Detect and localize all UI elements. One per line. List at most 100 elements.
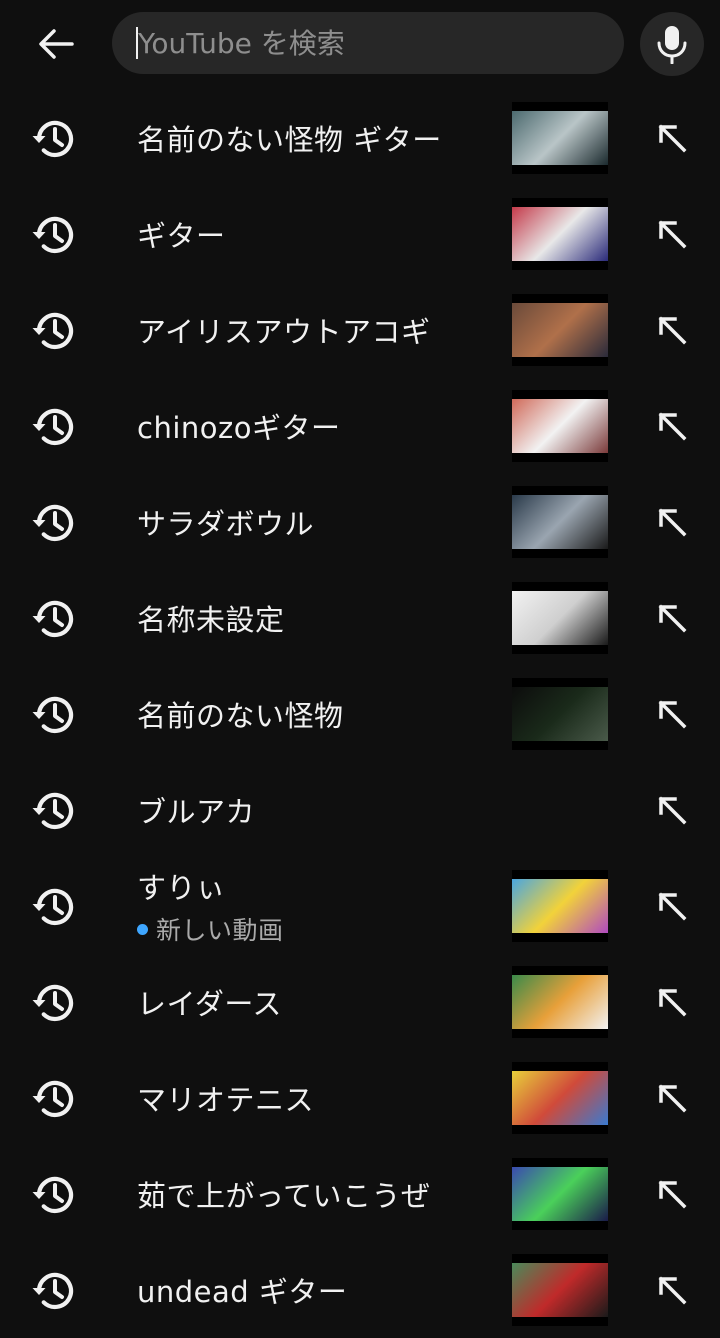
fill-query-button[interactable]: [650, 884, 694, 928]
fill-query-button[interactable]: [650, 212, 694, 256]
history-clock-icon: [30, 402, 80, 452]
back-button[interactable]: [26, 14, 86, 74]
history-clock-icon: [30, 210, 80, 260]
history-query: undead ギター: [137, 1242, 347, 1338]
thumbnail-image: [512, 1263, 608, 1317]
history-row[interactable]: 名称未設定: [0, 570, 720, 666]
history-query-text: chinozoギター: [137, 411, 341, 445]
thumbnail-image: [512, 495, 608, 549]
history-row[interactable]: 名前のない怪物 ギター: [0, 90, 720, 186]
history-query-text: 茹で上がっていこうぜ: [137, 1179, 431, 1213]
fill-query-button[interactable]: [650, 1172, 694, 1216]
history-query-text: アイリスアウトアコギ: [137, 315, 431, 349]
history-clock-icon: [30, 498, 80, 548]
fill-query-button[interactable]: [650, 692, 694, 736]
history-clock-icon: [30, 114, 80, 164]
search-header: [0, 0, 720, 90]
history-query-text: ギター: [137, 219, 226, 253]
fill-query-button[interactable]: [650, 308, 694, 352]
arrow-left-icon: [36, 24, 76, 64]
arrow-up-left-icon: [654, 1272, 690, 1308]
video-thumbnail[interactable]: [512, 1158, 608, 1230]
history-row[interactable]: ブルアカ: [0, 762, 720, 858]
fill-query-button[interactable]: [650, 500, 694, 544]
history-query: 名前のない怪物: [137, 666, 344, 762]
search-input[interactable]: [138, 12, 608, 74]
thumbnail-image: [512, 591, 608, 645]
fill-query-button[interactable]: [650, 596, 694, 640]
thumbnail-image: [512, 975, 608, 1029]
history-clock-icon: [30, 690, 80, 740]
fill-query-button[interactable]: [650, 788, 694, 832]
fill-query-button[interactable]: [650, 404, 694, 448]
arrow-up-left-icon: [654, 504, 690, 540]
fill-query-button[interactable]: [650, 980, 694, 1024]
search-box[interactable]: [112, 12, 624, 74]
thumbnail-image: [512, 399, 608, 453]
thumbnail-image: [512, 687, 608, 741]
video-thumbnail[interactable]: [512, 486, 608, 558]
history-clock-icon: [30, 786, 80, 836]
history-query: サラダボウル: [137, 474, 314, 570]
history-row[interactable]: undead ギター: [0, 1242, 720, 1338]
new-dot-icon: [137, 923, 148, 935]
history-clock-icon: [30, 1074, 80, 1124]
history-row[interactable]: すりぃ新しい動画: [0, 858, 720, 954]
arrow-up-left-icon: [654, 888, 690, 924]
history-query: アイリスアウトアコギ: [137, 282, 431, 378]
history-row[interactable]: サラダボウル: [0, 474, 720, 570]
history-query-text: サラダボウル: [137, 507, 315, 541]
video-thumbnail[interactable]: [512, 582, 608, 654]
thumbnail-image: [512, 1071, 608, 1125]
history-row[interactable]: アイリスアウトアコギ: [0, 282, 720, 378]
microphone-icon: [655, 24, 689, 64]
history-query-text: 名称未設定: [137, 603, 285, 637]
history-query-text: 名前のない怪物: [137, 699, 344, 733]
history-query: ギター: [137, 186, 226, 282]
arrow-up-left-icon: [654, 1080, 690, 1116]
fill-query-button[interactable]: [650, 1076, 694, 1120]
history-row[interactable]: レイダース: [0, 954, 720, 1050]
voice-search-button[interactable]: [640, 12, 704, 76]
video-thumbnail[interactable]: [512, 966, 608, 1038]
video-thumbnail[interactable]: [512, 102, 608, 174]
thumbnail-image: [512, 1167, 608, 1221]
fill-query-button[interactable]: [650, 116, 694, 160]
thumbnail-image: [512, 111, 608, 165]
history-query-text: すりぃ: [137, 871, 226, 905]
history-query: chinozoギター: [137, 378, 340, 474]
thumbnail-image: [512, 303, 608, 357]
arrow-up-left-icon: [654, 792, 690, 828]
search-history-list: 名前のない怪物 ギターギターアイリスアウトアコギ chinozoギター サラダボウル…: [0, 90, 720, 1338]
history-query-text: マリオテニス: [137, 1083, 315, 1117]
thumbnail-image: [512, 207, 608, 261]
arrow-up-left-icon: [654, 696, 690, 732]
history-query: ブルアカ: [137, 762, 255, 858]
video-thumbnail[interactable]: [512, 678, 608, 750]
history-query: 名前のない怪物 ギター: [137, 90, 442, 186]
history-row[interactable]: 茹で上がっていこうぜ: [0, 1146, 720, 1242]
history-query: すりぃ新しい動画: [137, 858, 284, 954]
arrow-up-left-icon: [654, 1176, 690, 1212]
history-clock-icon: [30, 882, 80, 932]
new-video-label: 新しい動画: [156, 916, 284, 945]
history-query-text: ブルアカ: [137, 795, 256, 829]
video-thumbnail[interactable]: [512, 870, 608, 942]
thumbnail-image: [512, 879, 608, 933]
fill-query-button[interactable]: [650, 1268, 694, 1312]
history-row[interactable]: マリオテニス: [0, 1050, 720, 1146]
video-thumbnail[interactable]: [512, 1062, 608, 1134]
video-thumbnail[interactable]: [512, 1254, 608, 1326]
arrow-up-left-icon: [654, 120, 690, 156]
history-row[interactable]: 名前のない怪物: [0, 666, 720, 762]
history-query-text: undead ギター: [137, 1275, 348, 1309]
new-video-indicator: 新しい動画: [137, 911, 284, 947]
video-thumbnail[interactable]: [512, 390, 608, 462]
video-thumbnail[interactable]: [512, 198, 608, 270]
history-row[interactable]: chinozoギター: [0, 378, 720, 474]
arrow-up-left-icon: [654, 600, 690, 636]
history-row[interactable]: ギター: [0, 186, 720, 282]
arrow-up-left-icon: [654, 408, 690, 444]
history-query-text: レイダース: [137, 987, 282, 1021]
video-thumbnail[interactable]: [512, 294, 608, 366]
